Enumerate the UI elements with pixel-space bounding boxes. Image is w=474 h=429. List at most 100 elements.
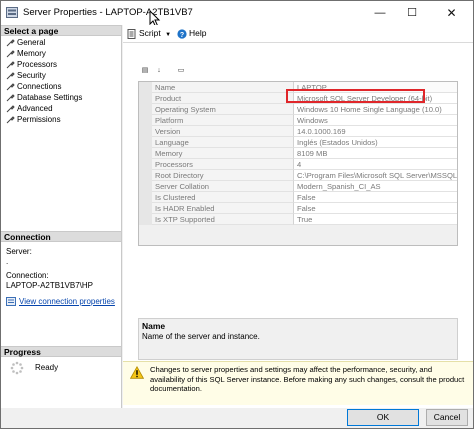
alphabetical-sort-icon[interactable]: ↓ <box>153 65 165 76</box>
row-gutter <box>139 148 152 159</box>
progress-status: Ready <box>35 363 59 372</box>
property-value: Windows <box>294 115 457 126</box>
table-row[interactable]: Is HADR Enabled False <box>139 203 457 214</box>
sidebar-item-security[interactable]: Security <box>6 70 46 81</box>
server-label: Server: <box>6 247 32 256</box>
select-page-header: Select a page <box>1 25 121 36</box>
property-value: Windows 10 Home Single Language (10.0) <box>294 104 457 115</box>
sidebar-item-label: Memory <box>17 49 46 58</box>
wrench-icon <box>6 61 15 69</box>
connection-header: Connection <box>1 231 121 242</box>
row-gutter <box>139 104 152 115</box>
sidebar-item-label: Permissions <box>17 115 61 124</box>
progress-spinner-icon <box>10 361 24 375</box>
maximize-button[interactable]: ☐ <box>397 1 427 25</box>
property-name: Server Collation <box>152 181 294 192</box>
wrench-icon <box>6 50 15 58</box>
table-row[interactable]: Language Inglés (Estados Unidos) <box>139 137 457 148</box>
row-gutter <box>139 159 152 170</box>
connection-properties-icon <box>6 297 16 307</box>
table-row[interactable]: Root Directory C:\Program Files\Microsof… <box>139 170 457 181</box>
ok-button[interactable]: OK <box>347 409 419 426</box>
property-value: True <box>294 214 457 225</box>
row-gutter <box>139 192 152 203</box>
row-gutter <box>139 115 152 126</box>
row-gutter <box>139 170 152 181</box>
wrench-icon <box>6 94 15 102</box>
help-label: Help <box>189 28 207 38</box>
connection-label: Connection: <box>6 271 49 280</box>
row-gutter <box>139 137 152 148</box>
description-text: Name of the server and instance. <box>142 332 260 341</box>
property-name: Language <box>152 137 294 148</box>
view-connection-properties[interactable]: View connection properties <box>6 297 115 307</box>
connection-value: LAPTOP-A2TB1VB7\HP <box>6 281 93 290</box>
property-name: Name <box>152 82 294 93</box>
property-name: Memory <box>152 148 294 159</box>
wrench-icon <box>6 116 15 124</box>
sidebar-item-label: Security <box>17 71 46 80</box>
button-bar: OK Cancel <box>1 408 473 428</box>
sidebar-item-label: General <box>17 38 46 47</box>
property-name: Operating System <box>152 104 294 115</box>
sidebar-item-memory[interactable]: Memory <box>6 48 46 59</box>
table-row[interactable]: Operating System Windows 10 Home Single … <box>139 104 457 115</box>
sidebar-item-general[interactable]: General <box>6 37 45 48</box>
warning-icon <box>130 366 144 379</box>
sidebar-item-label: Advanced <box>17 104 53 113</box>
script-icon <box>127 28 136 39</box>
svg-text:?: ? <box>180 32 184 39</box>
toolbar: Script ▼ ? Help <box>123 25 473 43</box>
minimize-button[interactable]: — <box>365 1 395 25</box>
progress-header: Progress <box>1 346 121 357</box>
sidebar-item-advanced[interactable]: Advanced <box>6 103 53 114</box>
left-pane: Select a page General Memory Processors … <box>1 25 122 408</box>
property-name: Version <box>152 126 294 137</box>
row-gutter <box>139 126 152 137</box>
property-value: 4 <box>294 159 457 170</box>
table-row[interactable]: Processors 4 <box>139 159 457 170</box>
table-row[interactable]: Version 14.0.1000.169 <box>139 126 457 137</box>
row-gutter <box>139 181 152 192</box>
server-value: . <box>6 257 9 266</box>
wrench-icon <box>6 72 15 80</box>
description-title: Name <box>142 321 166 331</box>
property-value: 8109 MB <box>294 148 457 159</box>
property-pages-icon[interactable]: ▭ <box>175 65 187 76</box>
cancel-button[interactable]: Cancel <box>426 409 468 426</box>
property-value: Inglés (Estados Unidos) <box>294 137 457 148</box>
table-row[interactable]: Platform Windows <box>139 115 457 126</box>
table-row[interactable]: Server Collation Modern_Spanish_CI_AS <box>139 181 457 192</box>
sidebar-item-label: Connections <box>17 82 62 91</box>
script-label: Script <box>139 28 161 38</box>
view-connection-link[interactable]: View connection properties <box>19 297 115 306</box>
sidebar-item-processors[interactable]: Processors <box>6 59 57 70</box>
sidebar-item-connections[interactable]: Connections <box>6 81 61 92</box>
sidebar-item-database-settings[interactable]: Database Settings <box>6 92 82 103</box>
server-properties-dialog: Server Properties - LAPTOP-A2TB1VB7 — ☐ … <box>0 0 474 429</box>
chevron-down-icon: ▼ <box>165 32 172 38</box>
categorized-sort-icon[interactable]: ▤ <box>139 65 151 76</box>
property-name: Platform <box>152 115 294 126</box>
table-row[interactable]: Is Clustered False <box>139 192 457 203</box>
sidebar-item-label: Processors <box>17 60 58 69</box>
script-button[interactable]: Script ▼ <box>127 28 171 41</box>
sidebar-item-permissions[interactable]: Permissions <box>6 114 61 125</box>
highlight-box <box>286 89 425 103</box>
table-row[interactable]: Memory 8109 MB <box>139 148 457 159</box>
row-gutter <box>139 93 152 104</box>
wrench-icon <box>6 83 15 91</box>
row-gutter <box>139 203 152 214</box>
property-value: False <box>294 192 457 203</box>
sidebar-item-label: Database Settings <box>17 93 83 102</box>
help-icon: ? <box>177 29 187 39</box>
property-value: C:\Program Files\Microsoft SQL Server\MS… <box>294 170 457 181</box>
close-button[interactable]: ✕ <box>430 1 473 25</box>
warning-text: Changes to server properties and setting… <box>150 365 465 394</box>
row-gutter <box>139 214 152 225</box>
table-row[interactable]: Is XTP Supported True <box>139 214 457 225</box>
help-button[interactable]: ? Help <box>177 28 206 39</box>
row-gutter <box>139 82 152 93</box>
property-name: Product <box>152 93 294 104</box>
property-name: Is Clustered <box>152 192 294 203</box>
